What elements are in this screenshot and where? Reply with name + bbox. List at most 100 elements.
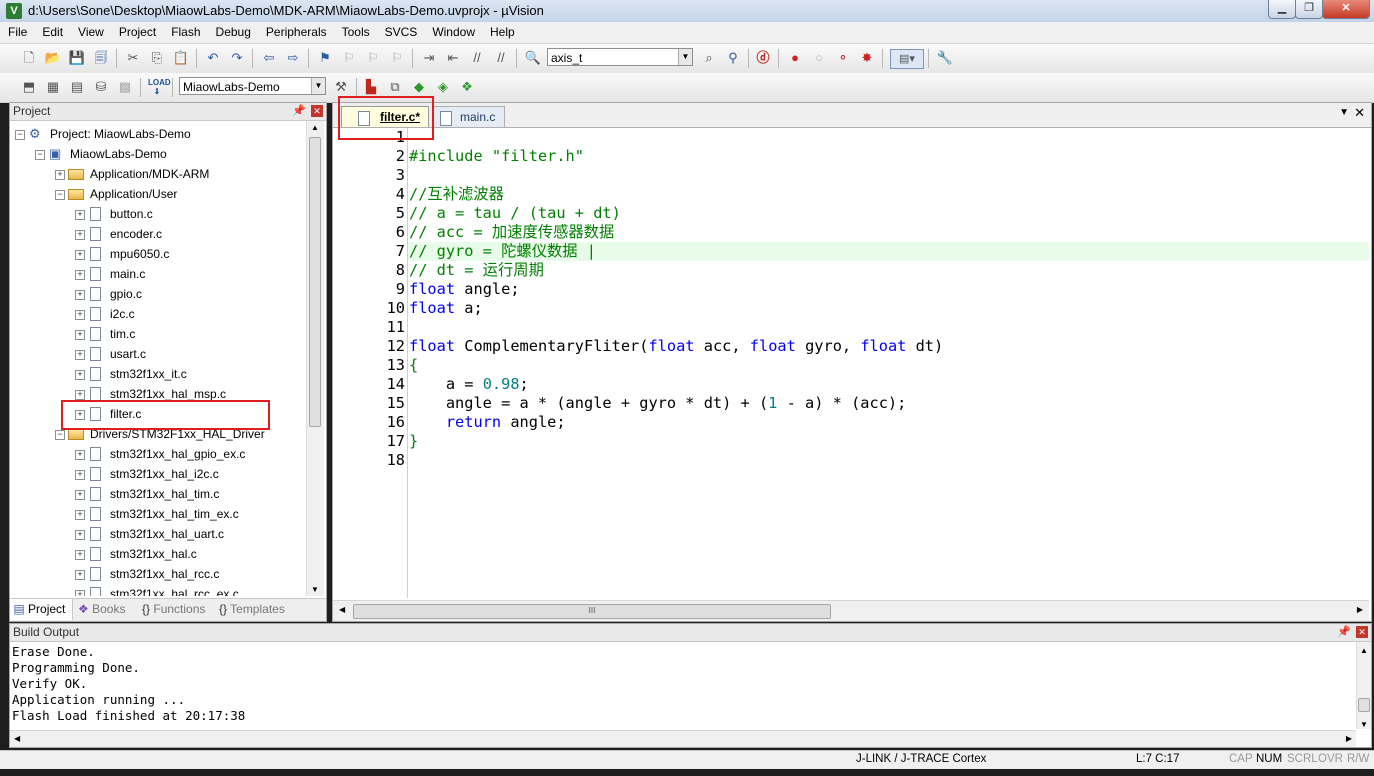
pin-icon[interactable]: 📌 (292, 103, 306, 120)
build-output-vscroll[interactable]: ▲ ▼ (1356, 642, 1371, 729)
menu-item-debug[interactable]: Debug (208, 22, 258, 39)
code-line[interactable]: 14 a = 0.98; (333, 375, 1369, 394)
code-line[interactable]: 1 (333, 128, 1369, 147)
menu-item-svcs[interactable]: SVCS (377, 22, 425, 39)
menu-item-tools[interactable]: Tools (334, 22, 377, 39)
scroll-down-icon[interactable]: ▼ (1360, 720, 1368, 729)
expand-icon[interactable]: + (75, 230, 85, 240)
expand-icon[interactable]: + (75, 270, 85, 280)
code-line[interactable]: 4//互补滤波器 (333, 185, 1369, 204)
tab-functions[interactable]: {} Functions (142, 602, 205, 616)
indent-icon[interactable]: ⇥ (420, 49, 438, 67)
menu-item-edit[interactable]: Edit (34, 22, 70, 39)
expand-icon[interactable]: + (75, 510, 85, 520)
collapse-icon[interactable]: − (55, 190, 65, 200)
expand-icon[interactable]: + (75, 210, 85, 220)
disable-breakpoint-icon[interactable]: ○ (810, 49, 828, 67)
code-line[interactable]: 12 float ComplementaryFliter(float acc, f… (333, 337, 1369, 356)
navigate-back-icon[interactable]: ⇦ (260, 49, 278, 67)
save-all-icon[interactable]: 🗐 (92, 49, 110, 67)
translate-icon[interactable]: ⬒ (20, 78, 38, 96)
expand-icon[interactable]: + (75, 390, 85, 400)
pin-icon[interactable]: 📌 (1337, 624, 1351, 641)
code-line[interactable]: 8// dt = 运行周期 (333, 261, 1369, 280)
code-line[interactable]: 17} (333, 432, 1369, 451)
scroll-right-icon[interactable]: ▶ (1346, 734, 1352, 743)
stop-build-icon[interactable]: ▩ (116, 78, 134, 96)
expand-icon[interactable]: + (55, 170, 65, 180)
code-line[interactable]: 6// acc = 加速度传感器数据 (333, 223, 1369, 242)
copy-icon[interactable]: ⎘ (148, 49, 166, 67)
chevron-down-icon[interactable]: ▼ (678, 49, 692, 65)
minimize-button[interactable]: ▁ (1268, 0, 1296, 19)
expand-icon[interactable]: + (75, 550, 85, 560)
code-line[interactable]: 7// gyro = 陀螺仪数据 | (396, 242, 1369, 261)
new-file-icon[interactable]: 🗋 (20, 49, 38, 67)
build-output-hscroll[interactable]: ◀ ▶ (10, 730, 1356, 747)
hscroll-thumb[interactable]: III (353, 604, 831, 619)
manage-multi-project-icon[interactable]: ⧉ (386, 78, 404, 96)
code-line[interactable]: 16 return angle; (333, 413, 1369, 432)
code-line[interactable]: 11 (333, 318, 1369, 337)
tab-templates[interactable]: {} Templates (219, 602, 285, 616)
prev-bookmark-icon[interactable]: ⚐ (340, 49, 358, 67)
batch-build-icon[interactable]: ⛁ (92, 78, 110, 96)
menu-item-file[interactable]: File (0, 22, 34, 39)
disable-all-breakpoints-icon[interactable]: ⚬ (834, 49, 852, 67)
menu-item-help[interactable]: Help (482, 22, 522, 39)
run-time-environment-icon[interactable]: ❖ (458, 78, 476, 96)
expand-icon[interactable]: + (75, 590, 85, 596)
uncomment-icon[interactable]: // (492, 49, 510, 67)
menu-item-view[interactable]: View (70, 22, 111, 39)
code-line[interactable]: 3 (333, 166, 1369, 185)
expand-icon[interactable]: + (75, 370, 85, 380)
expand-icon[interactable]: + (75, 310, 85, 320)
target-options-icon[interactable]: ⚒ (332, 78, 350, 96)
editor-hscroll[interactable]: ◀ III ▶ (333, 600, 1369, 621)
find-in-files-icon[interactable]: 🔍 (524, 49, 542, 67)
collapse-icon[interactable]: − (15, 130, 25, 140)
paste-icon[interactable]: 📋 (172, 49, 190, 67)
incremental-find-icon[interactable]: ⚲ (724, 49, 742, 67)
tab-list-chevron-icon[interactable]: ▼ (1339, 107, 1349, 118)
navigate-forward-icon[interactable]: ⇨ (284, 49, 302, 67)
find-combo[interactable]: axis_t ▼ (547, 48, 693, 66)
pack-installer-icon[interactable]: ◈ (434, 78, 452, 96)
code-line[interactable]: 10 float a; (333, 299, 1369, 318)
expand-icon[interactable]: + (75, 450, 85, 460)
window-layout-icon[interactable]: ▤▾ (890, 49, 924, 69)
tab-main-c[interactable]: main.c (433, 106, 505, 127)
bookmark-icon[interactable]: ⚑ (316, 49, 334, 67)
code-line[interactable]: 2 #include "filter.h" (333, 147, 1369, 166)
expand-icon[interactable]: + (75, 250, 85, 260)
scroll-left-icon[interactable]: ◀ (339, 605, 345, 614)
open-file-icon[interactable]: 📂 (44, 49, 62, 67)
expand-icon[interactable]: + (75, 290, 85, 300)
comment-icon[interactable]: // (468, 49, 486, 67)
scroll-up-icon[interactable]: ▲ (1360, 646, 1368, 655)
code-line[interactable]: 15 angle = a * (angle + gyro * dt) + (1 … (333, 394, 1369, 413)
scroll-left-icon[interactable]: ◀ (14, 734, 20, 743)
maximize-button[interactable]: ❐ (1295, 0, 1323, 19)
code-line[interactable]: 13{ (333, 356, 1369, 375)
redo-icon[interactable]: ↷ (228, 49, 246, 67)
scroll-down-icon[interactable]: ▼ (311, 585, 319, 594)
collapse-icon[interactable]: − (35, 150, 45, 160)
close-window-button[interactable]: ✕ (1322, 0, 1370, 19)
close-icon[interactable]: ✕ (1356, 626, 1368, 638)
code-editor[interactable]: 1 2 #include "filter.h" 3 4//互补滤波器 5// a = ta… (333, 128, 1369, 598)
menu-item-peripherals[interactable]: Peripherals (258, 22, 334, 39)
scrollbar-thumb[interactable] (1358, 698, 1370, 712)
build-icon[interactable]: ▦ (44, 78, 62, 96)
chevron-down-icon[interactable]: ▼ (311, 78, 325, 94)
expand-icon[interactable]: + (75, 470, 85, 480)
project-tree-scrollbar[interactable]: ▲ ▼ (306, 121, 324, 596)
expand-icon[interactable]: + (75, 490, 85, 500)
close-icon[interactable]: ✕ (311, 105, 323, 117)
expand-icon[interactable]: + (75, 570, 85, 580)
cut-icon[interactable]: ✂ (124, 49, 142, 67)
expand-icon[interactable]: + (75, 530, 85, 540)
save-icon[interactable]: 💾 (68, 49, 86, 67)
download-load-icon[interactable]: LOAD ⇓ (148, 78, 171, 96)
code-line[interactable]: 9 float angle; (333, 280, 1369, 299)
